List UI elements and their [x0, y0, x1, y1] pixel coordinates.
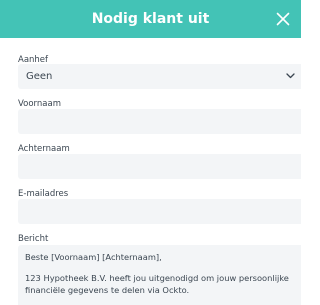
message-line: Beste [Voornaam] [Achternaam],	[25, 252, 162, 262]
last-name-label: Achternaam	[18, 144, 70, 154]
chevron-down-icon	[286, 73, 295, 79]
message-label: Bericht	[18, 234, 49, 244]
salutation-select[interactable]: Geen	[18, 64, 301, 89]
email-field[interactable]	[18, 199, 301, 224]
close-icon	[276, 12, 290, 26]
salutation-value: Geen	[26, 71, 53, 82]
modal-title: Nodig klant uit	[91, 11, 210, 27]
last-name-field[interactable]	[18, 154, 301, 179]
message-textarea[interactable]: Beste [Voornaam] [Achternaam], 123 Hypot…	[18, 245, 301, 305]
email-label: E-mailadres	[18, 189, 69, 199]
message-line: financiële gegevens te delen via Ockto.	[25, 285, 190, 295]
message-line: 123 Hypotheek B.V. heeft jou uitgenodigd…	[25, 273, 289, 283]
first-name-field[interactable]	[18, 109, 301, 134]
close-button[interactable]	[271, 7, 295, 31]
first-name-label: Voornaam	[18, 99, 61, 109]
modal-header: Nodig klant uit	[0, 0, 301, 38]
